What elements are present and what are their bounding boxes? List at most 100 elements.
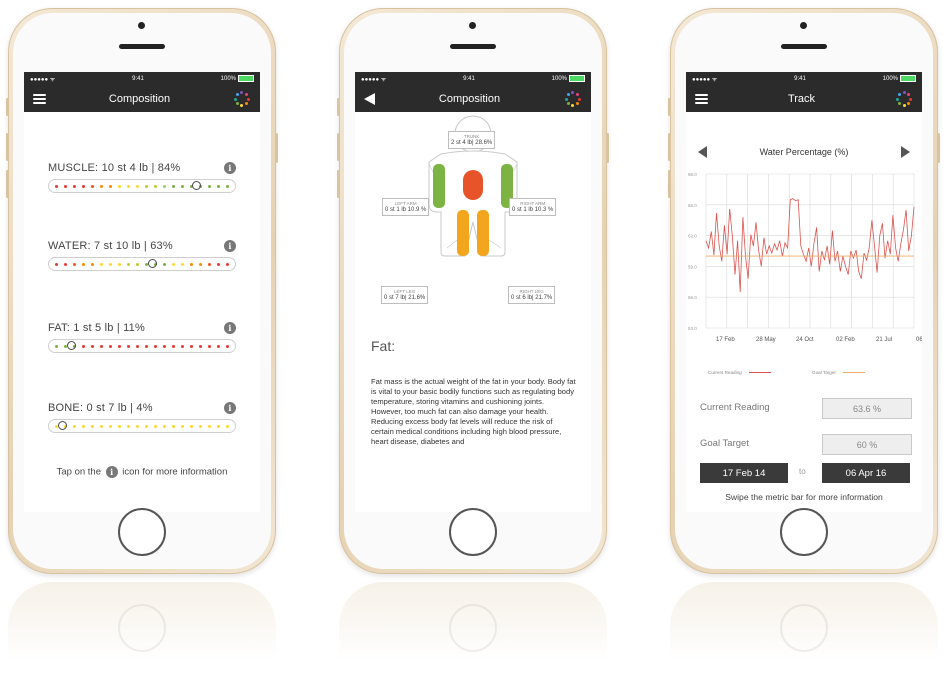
to-label: to <box>799 467 806 476</box>
logo-dot <box>240 104 244 107</box>
bar-dot <box>145 344 148 348</box>
bar-dot <box>199 424 202 428</box>
segment-box-left-arm: LEFT ARM 0 st 1 lb 10.9 % <box>382 198 430 216</box>
segment-name: LEFT ARM <box>394 201 417 206</box>
status-bar: ●●●●● ᯤ 9:41 100% <box>24 72 260 86</box>
info-icon[interactable]: i <box>224 402 236 414</box>
bar-dot <box>91 262 94 266</box>
metric-slider-bar[interactable] <box>48 339 236 353</box>
volume-up-button <box>668 133 671 161</box>
bar-dot <box>226 424 229 428</box>
volume-down-button <box>6 170 9 198</box>
metric-slider-bar[interactable] <box>48 419 236 433</box>
chart-legend-goal: Goal Target <box>812 370 865 375</box>
y-tick-label: 53.0 <box>688 326 697 331</box>
power-button <box>606 133 609 163</box>
phone-reflection <box>670 582 938 682</box>
bar-marker[interactable] <box>66 341 76 350</box>
logo-dot <box>896 97 899 101</box>
power-button <box>937 133 940 163</box>
home-button[interactable] <box>118 508 166 556</box>
battery-icon <box>238 75 254 83</box>
legend-current-label: Current Reading <box>708 370 742 375</box>
app-logo-icon[interactable] <box>233 90 251 108</box>
bar-dot <box>82 344 85 348</box>
info-icon[interactable]: i <box>224 322 236 334</box>
goal-target-value: 60 % <box>822 434 912 455</box>
bar-dot <box>226 344 229 348</box>
menu-icon[interactable] <box>695 94 708 104</box>
bar-dot <box>199 262 202 266</box>
y-tick-label: 68.0 <box>688 172 697 177</box>
segment-value: 0 st 7 lb| 21.6% <box>384 295 426 301</box>
screen-composition: ●●●●● ᯤ 9:41 100% Composition MUSCLE: 10… <box>24 72 260 512</box>
metric-label: WATER: 7 st 10 lb | 63% <box>48 240 173 252</box>
bar-dot <box>199 344 202 348</box>
x-tick-label: 28 May <box>756 337 776 343</box>
battery-percent: 100% <box>220 76 236 83</box>
bar-dot <box>217 424 220 428</box>
bar-dot <box>55 262 58 266</box>
segment-name: LEFT LEG <box>394 289 416 294</box>
segment-value: 0 st 1 lb 10.3 % <box>512 207 554 213</box>
segment-name: TRUNK <box>463 134 480 139</box>
bar-marker[interactable] <box>58 421 68 430</box>
bar-dot <box>145 424 148 428</box>
logo-dot <box>897 92 901 96</box>
bar-dot <box>136 344 139 348</box>
bar-dot <box>100 184 103 188</box>
bar-dot <box>172 262 175 266</box>
start-date-button[interactable]: 17 Feb 14 <box>700 463 788 483</box>
metric-title: Water Percentage (%) <box>759 147 849 157</box>
carrier-signal: ●●●●● ᯤ <box>692 77 718 83</box>
water-percentage-chart[interactable]: 68.0 65.0 62.0 59.0 56.0 53.0 17 Feb 28 May 24 O… <box>686 168 922 358</box>
info-icon[interactable]: i <box>224 162 236 174</box>
home-button[interactable] <box>449 508 497 556</box>
bar-dot <box>190 344 193 348</box>
info-icon[interactable]: i <box>224 240 236 252</box>
bar-dot <box>55 184 58 188</box>
bar-dot <box>82 262 85 266</box>
bar-dot <box>208 424 211 428</box>
bar-dot <box>154 424 157 428</box>
metric-row: BONE: 0 st 7 lb | 4% i <box>48 402 236 433</box>
bar-dot <box>55 344 58 348</box>
bar-dot <box>172 184 175 188</box>
logo-dot <box>235 102 239 106</box>
status-bar: ●●●●● ᯤ 9:41 100% <box>686 72 922 86</box>
screen-track: ●●●●● ᯤ 9:41 100% Track Water Percentage… <box>686 72 922 512</box>
earpiece-speaker <box>119 44 165 49</box>
x-tick-label: 24 Oct <box>796 337 814 343</box>
bar-marker[interactable] <box>147 259 157 268</box>
bar-dot <box>217 344 220 348</box>
home-button[interactable] <box>780 508 828 556</box>
end-date-button[interactable]: 06 Apr 16 <box>822 463 910 483</box>
legend-goal-label: Goal Target <box>812 370 836 375</box>
logo-dot <box>235 92 239 96</box>
bar-dot <box>226 262 229 266</box>
segment-value: 0 st 1 lb 10.9 % <box>385 207 427 213</box>
bar-dot <box>109 184 112 188</box>
segment-value: 2 st 4 lb| 28.6% <box>451 140 493 146</box>
metric-slider-bar[interactable] <box>48 179 236 193</box>
bar-dot <box>127 424 130 428</box>
next-metric-arrow-icon[interactable] <box>900 146 910 158</box>
trunk-segment <box>463 170 483 200</box>
previous-metric-arrow-icon[interactable] <box>698 146 707 158</box>
bar-dot <box>181 184 184 188</box>
segment-name: RIGHT LEG <box>519 289 544 294</box>
bar-dot <box>172 344 175 348</box>
metric-label-row: FAT: 1 st 5 lb | 11% i <box>48 322 236 334</box>
metric-slider-bar[interactable] <box>48 257 236 271</box>
mute-switch <box>337 98 340 116</box>
bar-dot <box>127 184 130 188</box>
menu-icon[interactable] <box>33 94 46 104</box>
app-logo-icon[interactable] <box>895 90 913 108</box>
bar-dot <box>64 184 67 188</box>
bar-dot <box>163 262 166 266</box>
x-tick-label: 02 Feb <box>836 337 855 343</box>
metric-row: MUSCLE: 10 st 4 lb | 84% i <box>48 162 236 193</box>
bar-marker[interactable] <box>192 181 202 190</box>
volume-down-button <box>668 170 671 198</box>
logo-dot <box>233 97 237 101</box>
